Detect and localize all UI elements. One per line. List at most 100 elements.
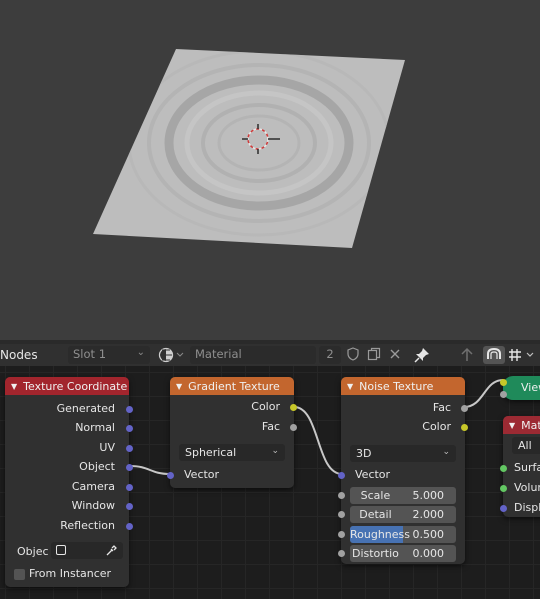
noise-texture-node[interactable]: ▼ Noise Texture Fac Color 3D ⌄ Vector Sc… — [338, 377, 468, 564]
input-vector: Vector — [355, 468, 391, 481]
dimensions-dropdown[interactable]: 3D ⌄ — [350, 445, 456, 462]
socket-object[interactable] — [126, 464, 133, 471]
node-header[interactable]: ▼ Gradient Texture — [170, 377, 294, 395]
texture-coordinate-node[interactable]: ▼ Texture Coordinate Generated Normal UV… — [5, 377, 133, 587]
duplicate-icon[interactable] — [365, 347, 383, 363]
socket-fac[interactable] — [290, 424, 297, 431]
viewport-scene — [93, 49, 405, 248]
3d-viewport[interactable] — [0, 0, 540, 340]
gradient-texture-node[interactable]: ▼ Gradient Texture Color Fac Spherical ⌄… — [167, 377, 297, 488]
socket-color[interactable] — [461, 424, 468, 431]
socket-reflection[interactable] — [126, 523, 133, 530]
object-square-icon — [56, 545, 66, 555]
scale-field[interactable]: Scale 5.000 — [350, 487, 456, 504]
output-color: Color — [251, 400, 280, 413]
socket-volume[interactable] — [500, 485, 507, 492]
pin-icon[interactable] — [413, 347, 431, 363]
socket-vector[interactable] — [338, 472, 345, 479]
from-instancer-label: From Instancer — [29, 567, 112, 580]
collapse-triangle-icon[interactable]: ▼ — [347, 382, 353, 391]
object-label: Objec — [17, 545, 49, 558]
distortion-label: Distortio — [351, 547, 399, 560]
output-uv: UV — [99, 441, 115, 454]
socket-color[interactable] — [290, 404, 297, 411]
chevron-down-icon: ⌄ — [271, 446, 279, 456]
input-surface: Surfa — [514, 461, 540, 474]
slot-dropdown[interactable]: Slot 1 ⌄ — [68, 346, 150, 364]
node-header[interactable]: ▼ Mat — [503, 416, 540, 434]
socket-uv[interactable] — [126, 445, 133, 452]
output-fac: Fac — [261, 420, 280, 433]
chevron-down-icon: ⌄ — [136, 347, 145, 358]
node-header[interactable]: ▼ Texture Coordinate — [5, 377, 129, 395]
roughness-slider[interactable]: Roughness 0.500 — [350, 526, 456, 543]
output-fac: Fac — [432, 401, 451, 414]
viewer-node[interactable]: View — [500, 376, 540, 400]
socket-scale[interactable] — [338, 492, 345, 499]
target-dropdown[interactable]: All — [512, 437, 540, 454]
socket-detail[interactable] — [338, 511, 345, 518]
distortion-field[interactable]: Distortio 0.000 — [350, 545, 456, 562]
socket-distortion[interactable] — [338, 550, 345, 557]
gradient-type-value: Spherical — [185, 446, 237, 459]
unlink-x-icon[interactable] — [386, 347, 404, 363]
user-count[interactable]: 2 — [319, 346, 341, 364]
node-editor-canvas[interactable]: ▼ Texture Coordinate Generated Normal UV… — [0, 366, 540, 599]
socket-viewer-in[interactable] — [500, 379, 507, 386]
input-displacement: Displ — [514, 501, 540, 514]
eyedropper-icon[interactable] — [106, 545, 117, 556]
collapse-triangle-icon[interactable]: ▼ — [509, 421, 515, 430]
detail-value: 2.000 — [412, 508, 445, 521]
node-title: Gradient Texture — [188, 379, 280, 393]
object-field[interactable] — [51, 542, 123, 559]
node-title: View — [521, 381, 540, 394]
parent-node-tree-icon[interactable] — [458, 347, 476, 363]
socket-vector[interactable] — [167, 472, 174, 479]
roughness-value: 0.500 — [412, 528, 445, 541]
material-name-field[interactable]: Material — [190, 346, 316, 364]
fake-user-shield-icon[interactable] — [344, 347, 362, 363]
socket-normal[interactable] — [126, 425, 133, 432]
material-output-node[interactable]: ▼ Mat All Surfa Volur Displ — [500, 416, 540, 517]
socket-window[interactable] — [126, 503, 133, 510]
detail-label: Detail — [359, 508, 392, 521]
scale-label: Scale — [360, 489, 391, 502]
dimensions-value: 3D — [356, 447, 372, 460]
editor-title: Nodes — [0, 348, 38, 362]
collapse-triangle-icon[interactable]: ▼ — [176, 382, 182, 391]
scale-value: 5.000 — [412, 489, 445, 502]
output-window: Window — [71, 499, 115, 512]
node-header[interactable]: ▼ Noise Texture — [341, 377, 465, 395]
material-preview-icon[interactable] — [158, 347, 184, 363]
node-title: Texture Coordinate — [23, 379, 128, 393]
output-camera: Camera — [71, 480, 115, 493]
roughness-label: Roughness — [350, 528, 411, 541]
magnet-icon — [487, 347, 501, 359]
socket-viewer-in-2[interactable] — [500, 391, 507, 398]
node-title: Mat — [521, 418, 540, 432]
socket-displacement[interactable] — [500, 505, 507, 512]
gradient-type-dropdown[interactable]: Spherical ⌄ — [179, 444, 285, 461]
socket-generated[interactable] — [126, 406, 133, 413]
output-generated: Generated — [56, 402, 115, 415]
socket-fac[interactable] — [461, 405, 468, 412]
output-color: Color — [422, 420, 451, 433]
user-count-label: 2 — [326, 347, 334, 361]
chevron-down-icon: ⌄ — [442, 447, 450, 457]
node-title: Noise Texture — [359, 379, 434, 393]
node-editor-header: Nodes Slot 1 ⌄ Material 2 — [0, 344, 540, 366]
input-volume: Volur — [514, 481, 540, 494]
slot-label: Slot 1 — [73, 347, 107, 361]
detail-field[interactable]: Detail 2.000 — [350, 506, 456, 523]
from-instancer-checkbox[interactable] — [14, 569, 25, 580]
socket-camera[interactable] — [126, 484, 133, 491]
output-normal: Normal — [75, 421, 115, 434]
output-object: Object — [79, 460, 115, 473]
collapse-triangle-icon[interactable]: ▼ — [11, 382, 17, 391]
socket-roughness[interactable] — [338, 531, 345, 538]
snap-grid-icon[interactable] — [508, 347, 538, 363]
distortion-value: 0.000 — [412, 547, 445, 560]
socket-surface[interactable] — [500, 465, 507, 472]
material-name: Material — [195, 347, 242, 361]
snap-toggle-button[interactable] — [483, 346, 505, 364]
